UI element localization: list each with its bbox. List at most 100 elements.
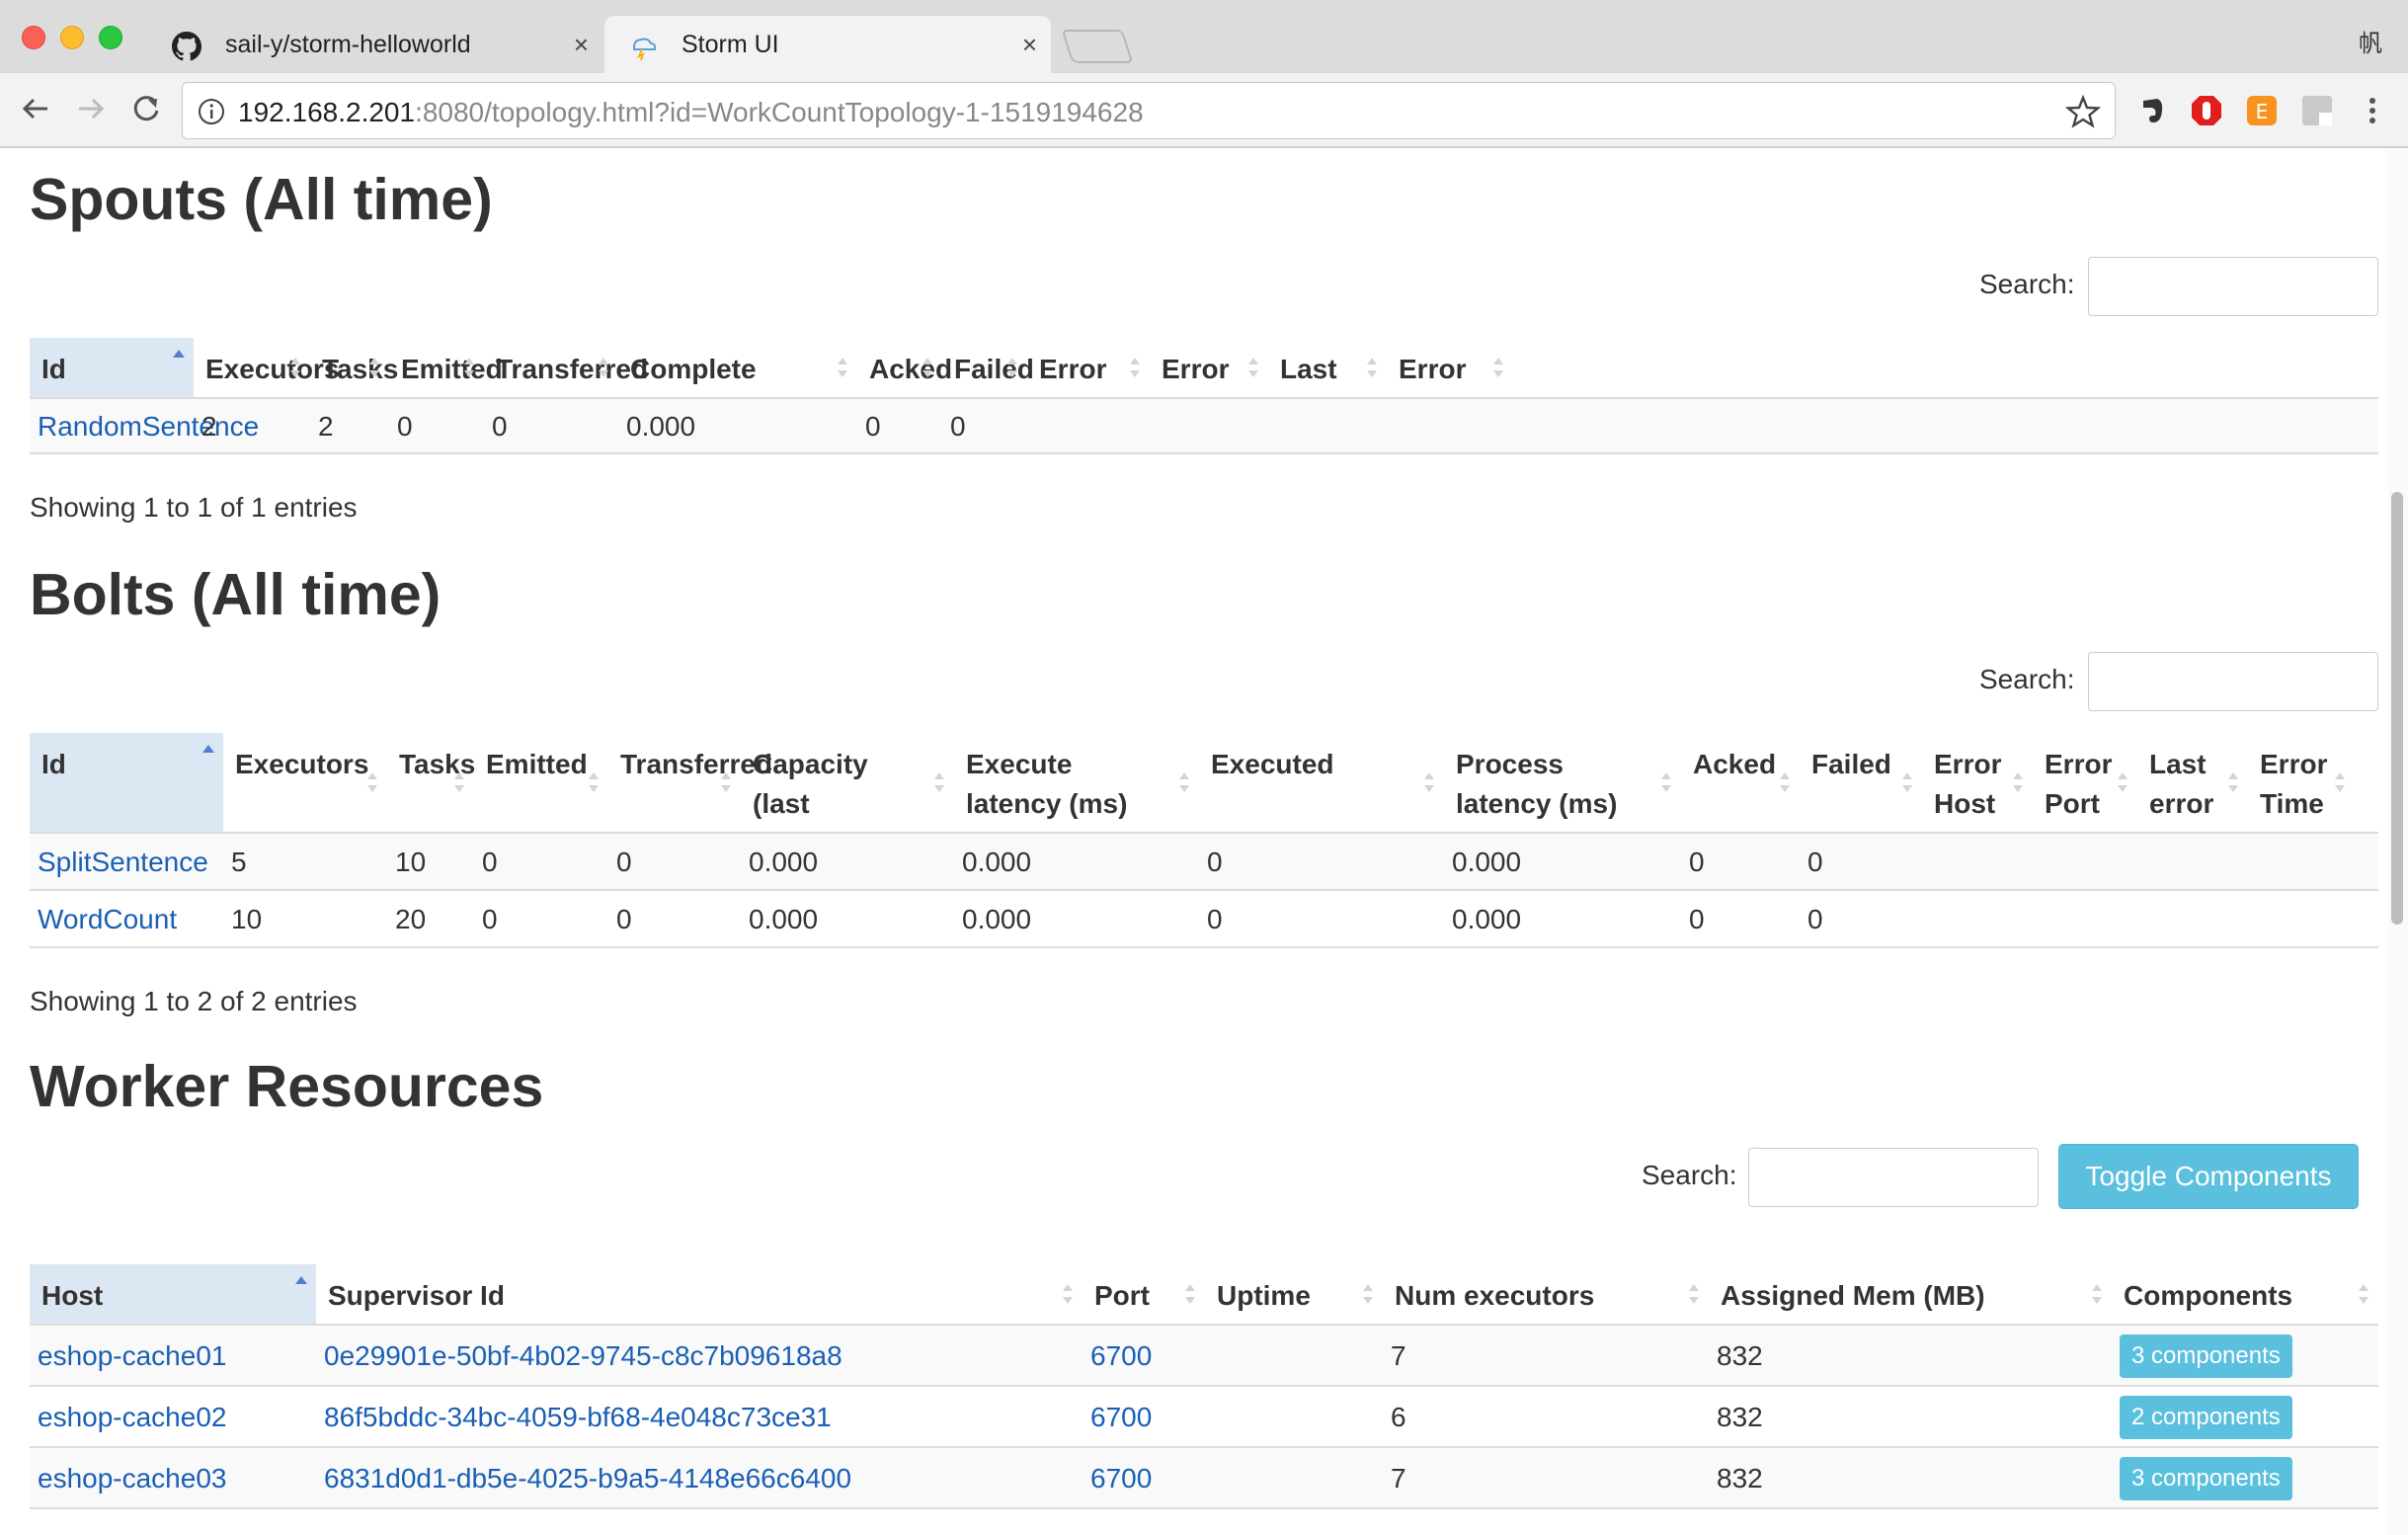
sort-both-icon[interactable] [2333,768,2347,796]
sort-both-icon[interactable] [1061,1280,1075,1308]
table-cell-link[interactable]: 86f5bddc-34bc-4059-bf68-4e048c73ce31 [324,1402,832,1433]
sort-both-icon[interactable] [1005,354,1019,381]
sort-both-icon[interactable] [452,768,466,796]
table-cell-link[interactable]: eshop-cache02 [38,1402,226,1433]
column-header[interactable]: Last error [2149,745,2220,824]
table-cell-link[interactable]: SplitSentence [38,847,208,878]
sort-both-icon[interactable] [1778,768,1792,796]
column-header[interactable]: Failed [954,350,1034,389]
bolts-search-input[interactable] [2088,652,2378,711]
sort-both-icon[interactable] [1365,354,1379,381]
close-tab-icon[interactable]: × [1022,30,1037,60]
evernote-icon[interactable] [2133,93,2169,128]
column-header[interactable]: Error Time [2260,745,2327,824]
column-header[interactable]: Failed [1811,745,1894,784]
column-header[interactable]: Error Port [2045,745,2112,824]
table-cell-link[interactable]: WordCount [38,904,177,935]
sort-both-icon[interactable] [367,354,381,381]
close-window-button[interactable] [22,26,45,49]
sort-both-icon[interactable] [462,354,476,381]
sort-both-icon[interactable] [2226,768,2240,796]
minimize-window-button[interactable] [60,26,84,49]
sort-both-icon[interactable] [1183,1280,1197,1308]
sort-both-icon[interactable] [2011,768,2025,796]
reload-icon[interactable] [124,87,168,130]
page-scrollbar[interactable] [2388,150,2408,1535]
scrollbar-thumb[interactable] [2391,492,2403,925]
column-header[interactable]: Emitted [486,745,588,784]
sort-ascending-icon[interactable] [201,743,215,770]
forward-arrow-icon[interactable] [69,87,113,130]
table-cell-link[interactable]: 6700 [1090,1463,1152,1495]
address-bar[interactable]: 192.168.2.201:8080/topology.html?id=Work… [182,82,2116,139]
table-cell-link[interactable]: eshop-cache03 [38,1463,226,1495]
adblock-icon[interactable] [2189,93,2224,128]
menu-dots-icon[interactable] [2355,93,2390,128]
components-badge[interactable]: 3 components [2120,1334,2292,1378]
toggle-components-button[interactable]: Toggle Components [2058,1144,2359,1209]
column-header[interactable]: Executors [205,350,339,389]
column-header[interactable]: Executed [1211,745,1416,784]
column-header[interactable]: Host [41,1276,288,1316]
column-header[interactable]: Acked [869,350,952,389]
sort-ascending-icon[interactable] [172,348,186,375]
column-header[interactable]: Port [1094,1276,1177,1316]
table-cell-link[interactable]: 0e29901e-50bf-4b02-9745-c8c7b09618a8 [324,1340,843,1372]
sort-both-icon[interactable] [1128,354,1142,381]
sort-both-icon[interactable] [1361,1280,1375,1308]
sort-both-icon[interactable] [1491,354,1505,381]
column-header[interactable]: Executors [235,745,368,784]
sort-both-icon[interactable] [2116,768,2129,796]
new-tab-button[interactable] [1061,30,1134,63]
column-header[interactable]: Tasks [322,350,398,389]
maximize-window-button[interactable] [99,26,122,49]
sort-both-icon[interactable] [932,768,946,796]
column-header[interactable]: Acked [1693,745,1776,784]
components-badge[interactable]: 2 components [2120,1396,2292,1439]
tab-github[interactable]: sail-y/storm-helloworld × [148,16,602,73]
sort-both-icon[interactable] [597,354,610,381]
components-badge[interactable]: 3 components [2120,1457,2292,1500]
sort-both-icon[interactable] [1900,768,1914,796]
sort-both-icon[interactable] [1687,1280,1701,1308]
column-header[interactable]: Error Host [1934,745,2005,824]
sort-both-icon[interactable] [1177,768,1191,796]
workers-search-input[interactable] [1748,1148,2039,1207]
table-cell-link[interactable]: RandomSentence [38,411,259,443]
sort-both-icon[interactable] [587,768,601,796]
column-header[interactable]: Emitted [401,350,503,389]
table-cell-link[interactable]: 6700 [1090,1340,1152,1372]
close-tab-icon[interactable]: × [574,30,589,60]
sort-both-icon[interactable] [2090,1280,2104,1308]
column-header[interactable]: Components [2124,1276,2351,1316]
column-header[interactable]: Assigned Mem (MB) [1721,1276,2084,1316]
rp-extension-icon[interactable] [2299,93,2335,128]
sort-both-icon[interactable] [921,354,934,381]
tab-storm-ui[interactable]: Storm UI × [604,16,1051,73]
column-header[interactable]: Id [41,350,166,389]
sort-both-icon[interactable] [836,354,849,381]
column-header[interactable]: Supervisor Id [328,1276,1055,1316]
column-header[interactable]: Execute latency (ms) [966,745,1171,824]
sort-both-icon[interactable] [1422,768,1436,796]
sort-both-icon[interactable] [2357,1280,2370,1308]
sort-both-icon[interactable] [288,354,302,381]
sort-both-icon[interactable] [719,768,733,796]
column-header[interactable]: Id [41,745,196,784]
column-header[interactable]: Num executors [1395,1276,1681,1316]
profile-avatar[interactable]: 帆 [2359,24,2382,58]
column-header[interactable]: Transferred [496,350,648,389]
sort-ascending-icon[interactable] [294,1274,308,1302]
table-cell-link[interactable]: eshop-cache01 [38,1340,226,1372]
back-arrow-icon[interactable] [14,87,57,130]
column-header[interactable]: Transferred [620,745,772,784]
spouts-search-input[interactable] [2088,257,2378,316]
column-header[interactable]: Tasks [399,745,475,784]
translate-icon[interactable]: E [2244,93,2280,128]
table-cell-link[interactable]: 6700 [1090,1402,1152,1433]
sort-both-icon[interactable] [365,768,379,796]
info-icon[interactable] [197,97,226,126]
sort-both-icon[interactable] [1659,768,1673,796]
column-header[interactable]: Uptime [1217,1276,1355,1316]
column-header[interactable]: Process latency (ms) [1456,745,1653,824]
